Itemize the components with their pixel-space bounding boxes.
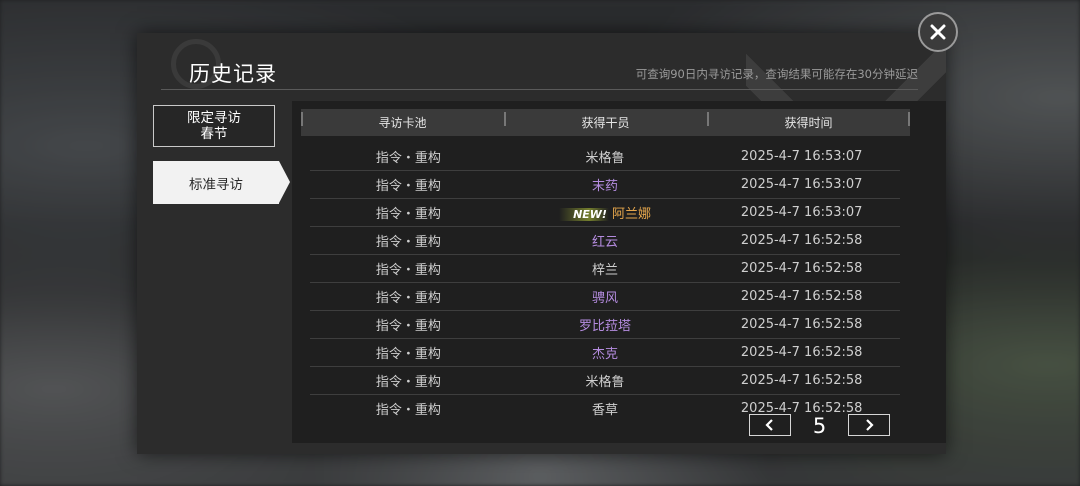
table-header: 寻访卡池 获得干员 获得时间 <box>301 109 910 136</box>
new-badge: NEW! <box>559 208 609 221</box>
cell-operator: 香草 <box>507 399 704 418</box>
table-row: 指令・重构 NEW! 阿兰娜 2025-4-7 16:53:07 <box>310 199 900 227</box>
tab-limited-banner[interactable]: 限定寻访 春节 <box>153 105 275 147</box>
cell-operator: 罗比菈塔 <box>507 315 704 334</box>
table-row: 指令・重构 末药 2025-4-7 16:53:07 <box>310 171 900 199</box>
cell-operator: 红云 <box>507 231 704 250</box>
tab-label-line2: 春节 <box>200 126 228 142</box>
cell-operator: 米格鲁 <box>507 371 704 390</box>
cell-operator: 杰克 <box>507 343 704 362</box>
table-body: 指令・重构 米格鲁 2025-4-7 16:53:07 指令・重构 末药 2025-4-7… <box>310 143 900 422</box>
pagination: 5 <box>749 414 894 438</box>
cell-time: 2025-4-7 16:52:58 <box>740 317 863 332</box>
column-header-operator: 获得干员 <box>504 114 707 131</box>
cell-time: 2025-4-7 16:53:07 <box>740 205 863 220</box>
operator-name: 米格鲁 <box>585 151 625 166</box>
operator-name: 阿兰娜 <box>611 207 651 222</box>
history-table: 寻访卡池 获得干员 获得时间 指令・重构 米格鲁 2025-4-7 16:53:07… <box>292 101 946 443</box>
cell-pool: 指令・重构 <box>375 179 441 194</box>
cell-pool: 指令・重构 <box>375 263 441 278</box>
chevron-left-icon <box>765 419 773 431</box>
close-button[interactable] <box>918 12 958 52</box>
cell-time: 2025-4-7 16:52:58 <box>740 261 863 276</box>
cell-time: 2025-4-7 16:52:58 <box>740 345 863 360</box>
cell-pool: 指令・重构 <box>375 403 441 418</box>
cell-time: 2025-4-7 16:52:58 <box>740 289 863 304</box>
cell-operator: NEW! 阿兰娜 <box>507 203 704 222</box>
tab-standard-banner[interactable]: 标准寻访 <box>153 161 290 204</box>
title-divider <box>161 89 918 90</box>
cell-pool: 指令・重构 <box>375 235 441 250</box>
cell-operator: 骋风 <box>507 287 704 306</box>
close-icon <box>930 24 946 40</box>
operator-name: 骋风 <box>592 291 619 306</box>
cell-time: 2025-4-7 16:53:07 <box>740 177 863 192</box>
column-header-time: 获得时间 <box>707 112 910 131</box>
chevron-right-icon <box>866 419 874 431</box>
operator-name: 香草 <box>592 403 619 418</box>
cell-pool: 指令・重构 <box>375 347 441 362</box>
next-page-button[interactable] <box>848 414 890 436</box>
tab-label: 标准寻访 <box>189 176 243 193</box>
table-row: 指令・重构 梓兰 2025-4-7 16:52:58 <box>310 255 900 283</box>
cell-operator: 米格鲁 <box>507 147 704 166</box>
cell-pool: 指令・重构 <box>375 375 441 390</box>
tab-label-line1: 限定寻访 <box>187 110 241 126</box>
operator-name: 梓兰 <box>592 263 619 278</box>
operator-name: 罗比菈塔 <box>579 319 632 334</box>
cell-time: 2025-4-7 16:52:58 <box>740 373 863 388</box>
operator-name: 末药 <box>592 179 619 194</box>
page-title: 历史记录 <box>189 62 277 86</box>
table-row: 指令・重构 米格鲁 2025-4-7 16:52:58 <box>310 367 900 395</box>
cell-operator: 梓兰 <box>507 259 704 278</box>
table-row: 指令・重构 杰克 2025-4-7 16:52:58 <box>310 339 900 367</box>
table-row: 指令・重构 红云 2025-4-7 16:52:58 <box>310 227 900 255</box>
page-number: 5 <box>812 414 827 438</box>
history-panel: 历史记录 可查询90日内寻访记录，查询结果可能存在30分钟延迟 限定寻访 春节 … <box>137 33 946 454</box>
cell-pool: 指令・重构 <box>375 319 441 334</box>
operator-name: 米格鲁 <box>585 375 625 390</box>
cell-time: 2025-4-7 16:53:07 <box>740 149 863 164</box>
cell-pool: 指令・重构 <box>375 291 441 306</box>
table-row: 指令・重构 罗比菈塔 2025-4-7 16:52:58 <box>310 311 900 339</box>
table-row: 指令・重构 骋风 2025-4-7 16:52:58 <box>310 283 900 311</box>
prev-page-button[interactable] <box>749 414 791 436</box>
cell-pool: 指令・重构 <box>375 207 441 222</box>
column-header-pool: 寻访卡池 <box>301 114 504 131</box>
operator-name: 杰克 <box>592 347 619 362</box>
cell-time: 2025-4-7 16:52:58 <box>740 233 863 248</box>
cell-pool: 指令・重构 <box>375 151 441 166</box>
operator-name: 红云 <box>592 235 619 250</box>
query-note: 可查询90日内寻访记录，查询结果可能存在30分钟延迟 <box>635 67 918 81</box>
cell-operator: 末药 <box>507 175 704 194</box>
table-row: 指令・重构 米格鲁 2025-4-7 16:53:07 <box>310 143 900 171</box>
